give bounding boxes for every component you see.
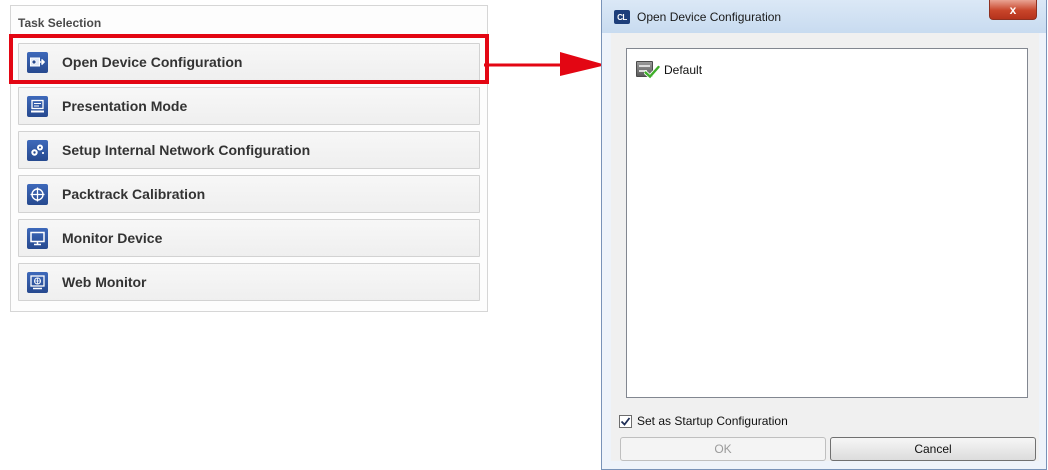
task-presentation-mode[interactable]: Presentation Mode (18, 87, 480, 125)
task-label: Presentation Mode (62, 98, 188, 114)
configuration-check-icon (636, 60, 660, 80)
monitor-icon (27, 227, 48, 249)
configuration-item-default[interactable]: Default (636, 60, 702, 80)
task-label: Monitor Device (62, 230, 163, 246)
startup-configuration-checkbox[interactable]: Set as Startup Configuration (619, 414, 788, 428)
task-selection-title: Task Selection (18, 16, 102, 30)
startup-checkbox-label: Set as Startup Configuration (637, 414, 788, 428)
calibration-crosshair-icon (27, 183, 48, 205)
ok-button[interactable]: OK (620, 437, 826, 461)
checkbox-checked-icon[interactable] (619, 414, 632, 428)
open-device-configuration-dialog: CL Open Device Configuration x Default S… (601, 0, 1047, 470)
web-monitor-icon (27, 271, 48, 293)
task-packtrack-calibration[interactable]: Packtrack Calibration (18, 175, 480, 213)
task-label: Open Device Configuration (62, 54, 243, 70)
task-setup-internal-network-configuration[interactable]: Setup Internal Network Configuration (18, 131, 480, 169)
configuration-list[interactable]: Default (626, 48, 1028, 398)
task-label: Setup Internal Network Configuration (62, 142, 311, 158)
task-label: Web Monitor (62, 274, 147, 290)
cancel-button[interactable]: Cancel (830, 437, 1036, 461)
close-button[interactable]: x (989, 0, 1037, 20)
dialog-titlebar[interactable]: CL Open Device Configuration x (602, 0, 1046, 33)
task-monitor-device[interactable]: Monitor Device (18, 219, 480, 257)
dialog-title: Open Device Configuration (637, 10, 782, 24)
task-web-monitor[interactable]: Web Monitor (18, 263, 480, 301)
callout-arrow-icon (484, 52, 606, 76)
task-open-device-configuration[interactable]: Open Device Configuration (18, 43, 480, 81)
app-logo-icon: CL (614, 10, 630, 24)
task-label: Packtrack Calibration (62, 186, 206, 202)
open-configuration-icon (27, 51, 48, 73)
configuration-name: Default (664, 63, 703, 77)
network-configuration-icon (27, 139, 48, 161)
presentation-mode-icon (27, 95, 48, 117)
task-selection-panel: Task Selection Open Device Configuration… (10, 5, 488, 312)
